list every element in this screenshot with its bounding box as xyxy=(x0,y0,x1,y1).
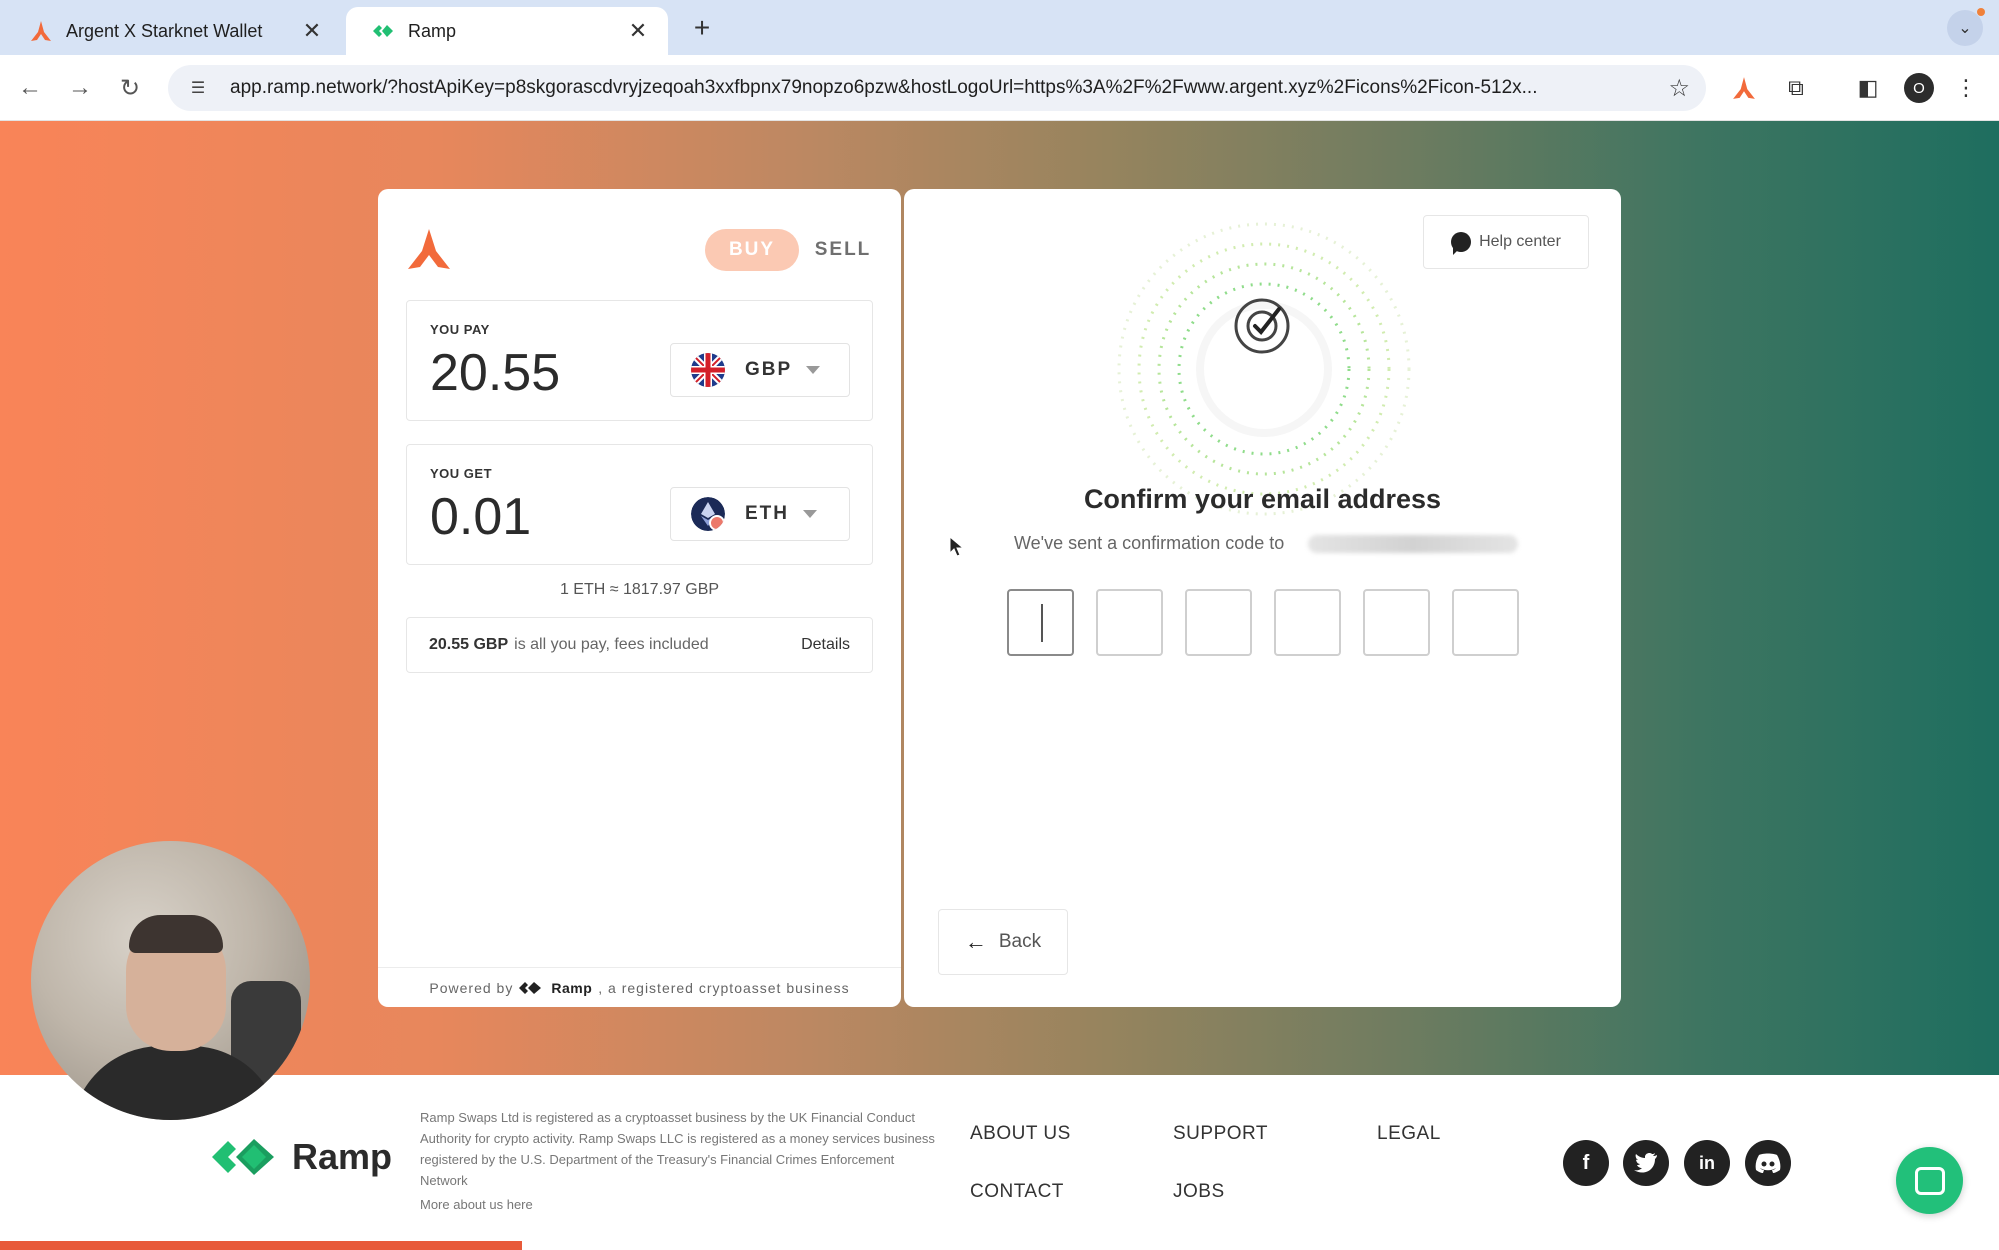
redacted-email xyxy=(1308,535,1518,553)
notification-dot xyxy=(1977,8,1985,16)
tab-title: Ramp xyxy=(408,20,457,41)
fees-text: is all you pay, fees included xyxy=(514,636,709,653)
footer-link-contact[interactable]: CONTACT xyxy=(970,1181,1064,1203)
facebook-icon[interactable]: f xyxy=(1563,1140,1609,1186)
chevron-down-icon: ⌄ xyxy=(1958,20,1972,37)
twitter-icon[interactable] xyxy=(1623,1140,1669,1186)
caret-down-icon xyxy=(806,366,821,374)
you-get-label: YOU GET xyxy=(430,466,493,481)
linkedin-icon[interactable]: in xyxy=(1684,1140,1730,1186)
eth-starknet-icon xyxy=(691,497,725,531)
fiat-currency-code: GBP xyxy=(745,359,793,380)
email-check-icon xyxy=(1234,298,1290,354)
code-digit-input[interactable] xyxy=(1363,589,1430,656)
email-rings-illustration xyxy=(1117,222,1411,516)
webcam-person-hair xyxy=(129,915,223,953)
fiat-currency-select[interactable]: GBP xyxy=(670,343,850,397)
powered-by-footer: Powered by Ramp , a registered cryptoass… xyxy=(378,967,901,1007)
more-menu-icon[interactable]: ⋮ xyxy=(1950,72,1982,104)
code-digit-input[interactable] xyxy=(1452,589,1519,656)
site-settings-icon[interactable]: ☰ xyxy=(186,76,210,100)
argent-logo-icon xyxy=(408,229,450,269)
ramp-logo-icon xyxy=(373,25,393,37)
uk-flag-icon xyxy=(691,353,725,387)
footer-ramp-logo[interactable]: Ramp xyxy=(212,1135,392,1179)
webcam-overlay xyxy=(31,841,310,1120)
chat-bubble-icon xyxy=(1451,232,1472,255)
tab-ramp[interactable]: Ramp ✕ xyxy=(346,7,668,55)
footer-link-jobs[interactable]: JOBS xyxy=(1173,1181,1225,1203)
sell-toggle[interactable]: SELL xyxy=(808,229,878,271)
address-bar[interactable]: ☰ app.ramp.network/?hostApiKey=p8skgoras… xyxy=(168,65,1706,111)
side-panel-icon[interactable]: ◧ xyxy=(1852,72,1884,104)
loading-progress-bar xyxy=(0,1241,522,1250)
ramp-logo-icon xyxy=(519,981,542,994)
footer-wordmark: Ramp xyxy=(292,1136,393,1177)
ramp-widget-card: BUY SELL YOU PAY 20.55 GBP YOU GET 0.01 xyxy=(378,189,901,1007)
pay-amount-input[interactable]: 20.55 xyxy=(430,343,560,403)
you-get-box: YOU GET 0.01 ETH xyxy=(406,444,873,565)
fees-summary: 20.55 GBP is all you pay, fees included … xyxy=(406,617,873,673)
argent-extension-icon[interactable] xyxy=(1728,72,1760,104)
arrow-left-icon: ← xyxy=(964,929,987,954)
you-pay-label: YOU PAY xyxy=(430,322,490,337)
reload-button[interactable]: ↻ xyxy=(112,70,148,106)
confirm-email-card: Help center Confirm your email address W… xyxy=(904,189,1621,1007)
new-tab-button[interactable]: + xyxy=(684,12,720,44)
back-button[interactable]: ← Back xyxy=(938,909,1068,975)
get-amount-input[interactable]: 0.01 xyxy=(430,487,531,547)
more-about-us-link[interactable]: More about us here xyxy=(420,1197,533,1212)
close-icon[interactable]: ✕ xyxy=(626,18,650,44)
bookmark-star-icon[interactable]: ☆ xyxy=(1668,74,1690,103)
code-digit-input[interactable] xyxy=(1185,589,1252,656)
footer-legal-text: Ramp Swaps Ltd is registered as a crypto… xyxy=(420,1110,935,1188)
footer-link-about[interactable]: ABOUT US xyxy=(970,1123,1071,1145)
powered-prefix: Powered by xyxy=(429,979,514,996)
crypto-asset-code: ETH xyxy=(745,503,789,524)
crypto-asset-select[interactable]: ETH xyxy=(670,487,850,541)
fees-amount: 20.55 GBP xyxy=(429,636,509,653)
buy-toggle[interactable]: BUY xyxy=(705,229,799,271)
live-chat-button[interactable] xyxy=(1896,1147,1963,1214)
help-center-button[interactable]: Help center xyxy=(1423,215,1589,269)
argent-logo-icon xyxy=(31,21,51,41)
forward-nav-button[interactable]: → xyxy=(62,70,98,106)
confirm-title: Confirm your email address xyxy=(1083,484,1442,514)
help-center-label: Help center xyxy=(1479,233,1561,250)
powered-brand: Ramp xyxy=(551,979,593,996)
you-pay-box: YOU PAY 20.55 GBP xyxy=(406,300,873,421)
ramp-mini-logo[interactable]: Ramp xyxy=(519,980,592,996)
powered-suffix: , a registered cryptoasset business xyxy=(598,979,850,996)
reload-icon: ↻ xyxy=(119,74,141,102)
browser-toolbar: ← → ↻ ☰ app.ramp.network/?hostApiKey=p8s… xyxy=(0,55,1999,121)
code-digit-input[interactable] xyxy=(1274,589,1341,656)
footer-link-support[interactable]: SUPPORT xyxy=(1173,1123,1268,1145)
exchange-rate: 1 ETH ≈ 1817.97 GBP xyxy=(559,581,720,598)
tab-argent-x[interactable]: Argent X Starknet Wallet ✕ xyxy=(4,7,342,55)
profile-avatar[interactable]: O xyxy=(1904,73,1934,103)
discord-icon[interactable] xyxy=(1745,1140,1791,1186)
extensions-puzzle-icon[interactable]: ⧉ xyxy=(1780,72,1812,104)
mouse-cursor-icon xyxy=(949,536,965,557)
confirm-subtitle: We've sent a confirmation code to xyxy=(1014,533,1285,553)
tab-title: Argent X Starknet Wallet xyxy=(66,20,263,41)
back-label: Back xyxy=(998,931,1042,952)
code-digit-input[interactable] xyxy=(1096,589,1163,656)
close-icon[interactable]: ✕ xyxy=(300,18,324,44)
code-digit-input[interactable] xyxy=(1007,589,1074,656)
arrow-right-icon: → xyxy=(68,74,92,101)
url-text[interactable]: app.ramp.network/?hostApiKey=p8skgorascd… xyxy=(230,77,1650,99)
tab-search-button[interactable]: ⌄ xyxy=(1947,10,1983,46)
browser-tab-bar: Argent X Starknet Wallet ✕ Ramp ✕ + ⌄ xyxy=(0,0,1999,55)
caret-down-icon xyxy=(803,510,817,518)
ramp-logo-icon xyxy=(212,1139,274,1175)
arrow-left-icon: ← xyxy=(18,74,42,101)
footer-link-legal[interactable]: LEGAL xyxy=(1377,1123,1441,1145)
back-nav-button[interactable]: ← xyxy=(12,70,48,106)
chat-icon xyxy=(1914,1166,1945,1195)
details-link[interactable]: Details xyxy=(801,636,850,654)
